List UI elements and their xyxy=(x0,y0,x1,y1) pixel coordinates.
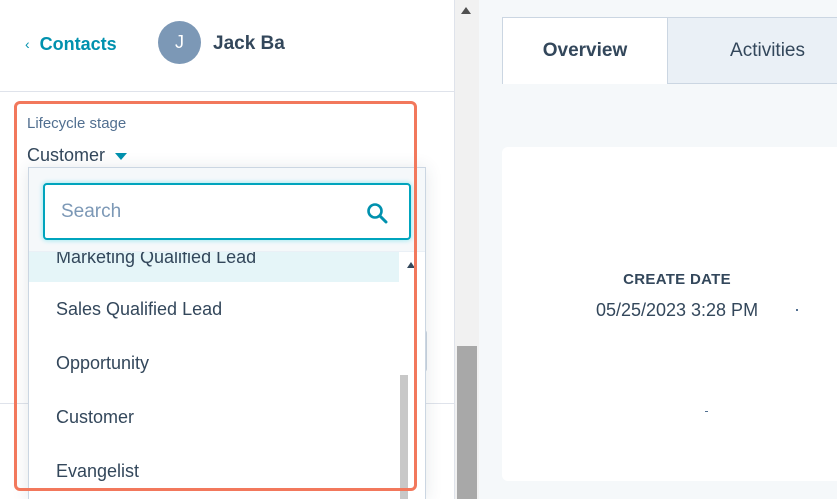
tab-overview[interactable]: Overview xyxy=(502,17,668,84)
caret-down-icon xyxy=(115,153,128,160)
search-box xyxy=(43,183,411,240)
decorative-dot xyxy=(796,309,798,311)
tab-activities[interactable]: Activities xyxy=(668,17,837,84)
contact-name: Jack Ba xyxy=(213,33,285,54)
app-root: ‹ Contacts J Jack Ba Lifecycle stage Cus… xyxy=(0,0,837,499)
avatar: J xyxy=(158,21,201,64)
option-label: Customer xyxy=(56,406,135,427)
tab-label: Overview xyxy=(542,40,628,61)
tab-label: Activities xyxy=(730,39,805,61)
dropdown-scrollbar-thumb[interactable] xyxy=(400,375,408,499)
option-label: Sales Qualified Lead xyxy=(56,298,223,319)
dropdown-option-customer[interactable]: Customer xyxy=(29,390,401,444)
dropdown-search-area xyxy=(29,168,425,252)
sidebar-scrollbar-thumb[interactable] xyxy=(457,346,477,499)
contact-header: ‹ Contacts J Jack Ba xyxy=(0,0,455,92)
option-label: Evangelist xyxy=(56,460,140,481)
dropdown-option-evangelist[interactable]: Evangelist xyxy=(29,444,401,498)
record-tabs: Overview Activities xyxy=(502,17,837,84)
dropdown-option-sales-qualified-lead[interactable]: Sales Qualified Lead xyxy=(29,282,401,336)
lifecycle-stage-select[interactable]: Customer xyxy=(27,145,128,166)
search-input[interactable] xyxy=(45,185,345,238)
lifecycle-stage-value: Customer xyxy=(27,145,106,165)
avatar-initial: J xyxy=(175,32,184,52)
lifecycle-stage-dropdown: Marketing Qualified Lead Sales Qualified… xyxy=(28,167,426,499)
option-label: Opportunity xyxy=(56,352,150,373)
search-icon[interactable] xyxy=(365,201,389,225)
back-link-label: Contacts xyxy=(39,34,117,54)
dropdown-scroll-up-arrow-icon[interactable] xyxy=(407,262,415,268)
create-date-label: CREATE DATE xyxy=(623,271,731,288)
lifecycle-stage-label: Lifecycle stage xyxy=(27,115,127,132)
chevron-left-icon: ‹ xyxy=(25,35,30,52)
create-date-value: 05/25/2023 3:28 PM xyxy=(595,300,759,320)
record-main-panel: Overview Activities CREATE DATE 05/25/20… xyxy=(479,0,837,499)
back-to-contacts-link[interactable]: ‹ Contacts xyxy=(25,34,117,55)
dropdown-option-opportunity[interactable]: Opportunity xyxy=(29,336,401,390)
decorative-dot xyxy=(705,411,708,412)
create-date-card: CREATE DATE 05/25/2023 3:28 PM xyxy=(502,147,837,481)
sidebar-scroll-up-arrow-icon[interactable] xyxy=(461,7,471,14)
dropdown-options-list: Marketing Qualified Lead Sales Qualified… xyxy=(29,238,401,498)
